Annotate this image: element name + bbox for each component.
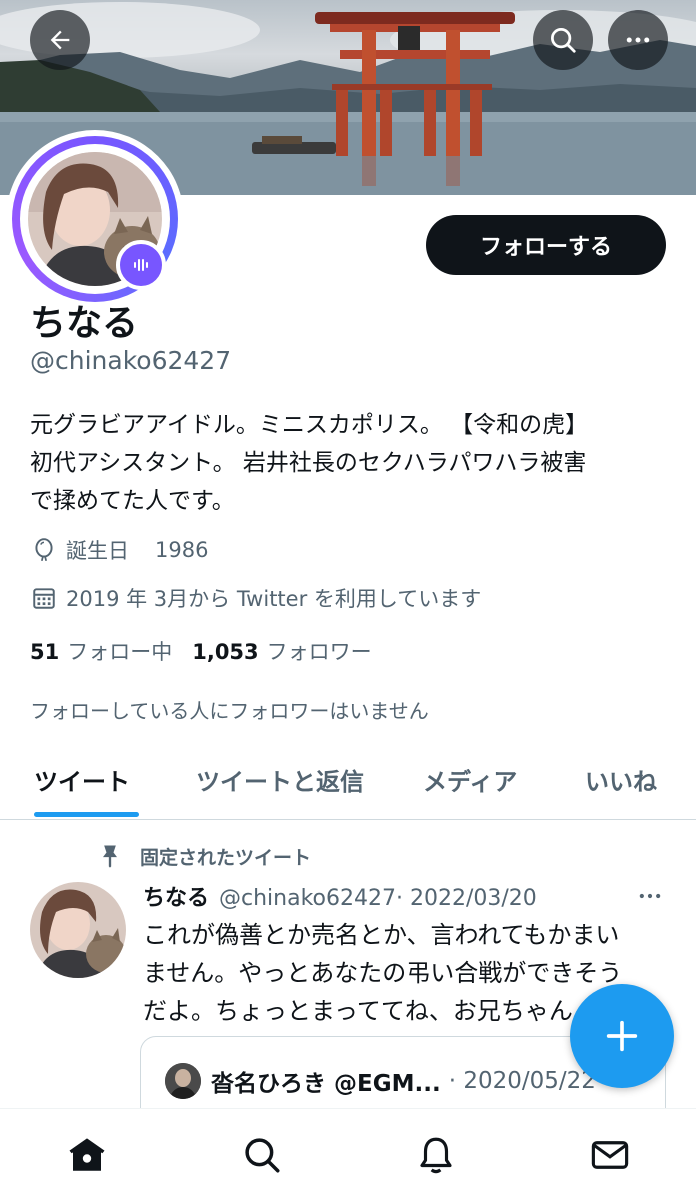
followers-label[interactable]: フォロワー — [267, 636, 372, 666]
search-button[interactable] — [533, 10, 593, 70]
bottom-navigation — [0, 1108, 696, 1200]
tweet-date[interactable]: · 2022/03/20 — [396, 886, 537, 911]
tweet-author-handle[interactable]: @chinako62427 — [219, 886, 396, 911]
pinned-label-text: 固定されたツイート — [140, 846, 312, 869]
search-icon — [245, 1138, 280, 1173]
spaces-badge — [116, 240, 166, 290]
tweet-header: ちなる @chinako62427 · 2022/03/20 — [143, 880, 537, 912]
arrow-left-icon — [50, 30, 70, 50]
nav-notifications[interactable] — [414, 1133, 458, 1177]
home-icon — [69, 1138, 105, 1171]
bio-line: 元グラビアアイドル。ミニスカポリス。 【令和の虎】 — [30, 412, 589, 438]
search-icon — [551, 28, 576, 53]
followers-count[interactable]: 1,053 — [192, 640, 258, 664]
nav-home[interactable] — [65, 1133, 109, 1177]
mutual-followers-notice: フォローしている人にフォロワーはいません — [30, 699, 429, 723]
more-horizontal-icon — [639, 893, 661, 899]
mail-icon — [591, 1141, 629, 1169]
more-horizontal-icon — [626, 37, 650, 43]
user-handle: @chinako62427 — [30, 346, 232, 375]
birthdate-value: 1986 — [155, 538, 209, 562]
bio-line: で揉めてた人です。 — [30, 488, 235, 514]
profile-bio: 元グラビアアイドル。ミニスカポリス。 【令和の虎】 初代アシスタント。 岩井社長… — [30, 406, 670, 520]
following-count[interactable]: 51 — [30, 640, 59, 664]
compose-tweet-button[interactable] — [570, 984, 674, 1088]
tweet-author-name[interactable]: ちなる — [143, 880, 209, 912]
balloon-icon — [30, 536, 58, 564]
active-tab-indicator — [34, 812, 139, 817]
tab-tweets-and-replies[interactable]: ツイートと返信 — [196, 762, 364, 797]
profile-tabs: ツイート ツイートと返信 メディア いいね — [0, 740, 696, 820]
quoted-author: 沓名ひろき @EGM... — [211, 1071, 441, 1097]
tab-media[interactable]: メディア — [423, 762, 517, 797]
tweet-text-line: ません。やっとあなたの弔い合戦ができそう — [143, 959, 623, 987]
back-button[interactable] — [30, 10, 90, 70]
quoted-date: · 2020/05/22 — [448, 1068, 596, 1094]
follow-button[interactable]: フォローする — [426, 215, 666, 275]
calendar-icon — [30, 584, 58, 612]
joined-row: 2019 年 3月から Twitter を利用しています — [30, 583, 481, 613]
tab-tweets[interactable]: ツイート — [34, 762, 130, 797]
birthdate-label: 誕生日 — [66, 539, 129, 563]
pin-icon — [96, 842, 124, 870]
bio-line: 初代アシスタント。 岩井社長のセクハラパワハラ被害 — [30, 450, 587, 476]
follow-stats: 51 フォロー中 1,053 フォロワー — [30, 636, 372, 666]
joined-date: 2019 年 3月から Twitter を利用しています — [66, 587, 482, 611]
tweet-author-avatar[interactable] — [30, 882, 126, 978]
nav-search[interactable] — [240, 1133, 284, 1177]
birthdate-row: 誕生日 1986 — [30, 535, 208, 565]
display-name: ちなる — [30, 303, 139, 344]
quoted-author-avatar — [165, 1063, 201, 1099]
tweet-more-button[interactable] — [636, 882, 664, 914]
tweet-text-line: これが偽善とか売名とか、言われてもかまい — [143, 921, 620, 949]
pinned-tweet-label: 固定されたツイート — [96, 842, 311, 870]
more-button[interactable] — [608, 10, 668, 70]
microphone-icon — [134, 259, 148, 271]
tab-likes[interactable]: いいね — [585, 762, 657, 797]
bell-icon — [420, 1137, 452, 1174]
compose-plus-icon — [606, 1020, 638, 1052]
nav-messages[interactable] — [588, 1133, 632, 1177]
following-label[interactable]: フォロー中 — [67, 636, 172, 666]
